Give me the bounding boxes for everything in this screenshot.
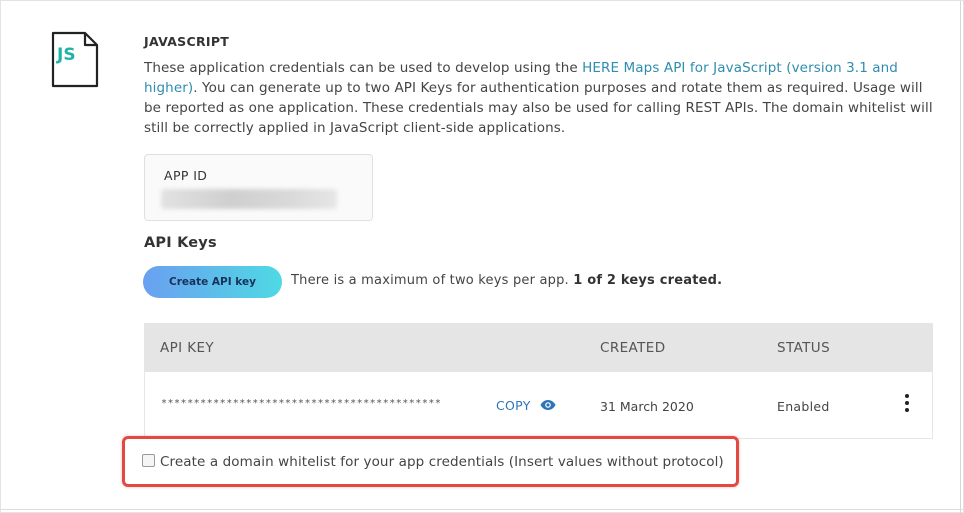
app-id-value-redacted (161, 189, 337, 209)
panel-right-border (960, 1, 961, 513)
column-header-created: CREATED (600, 340, 666, 356)
api-keys-heading: API Keys (144, 235, 217, 251)
domain-whitelist-label[interactable]: Create a domain whitelist for your app c… (160, 454, 724, 470)
masked-api-key: ****************************************… (161, 398, 442, 409)
domain-whitelist-checkbox[interactable] (142, 454, 155, 467)
javascript-icon-text: JS (56, 45, 76, 65)
copy-api-key-link[interactable]: COPY (496, 398, 531, 413)
credentials-panel: JS JAVASCRIPT These application credenti… (0, 0, 964, 513)
api-key-limit-note: There is a maximum of two keys per app. … (291, 273, 722, 288)
column-header-status: STATUS (777, 340, 831, 356)
status-value: Enabled (777, 399, 830, 414)
api-key-count-text: 1 of 2 keys created. (573, 273, 723, 288)
panel-bottom-border (1, 509, 964, 510)
table-row: ****************************************… (144, 372, 933, 439)
more-options-icon[interactable] (902, 394, 912, 416)
api-key-limit-text: There is a maximum of two keys per app. (291, 273, 574, 288)
app-id-label: APP ID (164, 168, 208, 183)
create-api-key-button[interactable]: Create API key (143, 266, 282, 298)
column-header-api-key: API KEY (160, 340, 215, 356)
eye-icon[interactable] (540, 399, 556, 411)
api-keys-table: API KEY CREATED STATUS *****************… (144, 323, 933, 439)
description-text-start: These application credentials can be use… (144, 60, 583, 76)
section-description: These application credentials can be use… (144, 58, 944, 138)
app-id-box: APP ID (144, 154, 373, 221)
section-title: JAVASCRIPT (144, 34, 230, 49)
javascript-file-icon: JS (51, 31, 99, 88)
description-text-end: . You can generate up to two API Keys fo… (144, 80, 933, 136)
table-header: API KEY CREATED STATUS (144, 323, 933, 372)
created-date: 31 March 2020 (600, 399, 694, 414)
